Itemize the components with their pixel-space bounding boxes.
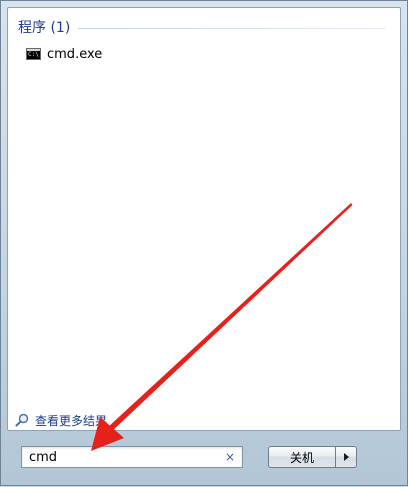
see-more-label: 查看更多结果 [35, 413, 108, 428]
see-more-results-link[interactable]: 查看更多结果 [15, 411, 107, 429]
search-results-panel: 程序 (1) C:\ cmd.exe [7, 7, 401, 431]
search-box[interactable]: × [21, 446, 243, 468]
result-label: cmd.exe [47, 46, 103, 62]
shutdown-options-button[interactable] [335, 446, 357, 468]
shutdown-control: 关机 [268, 446, 357, 468]
cmd-console-icon: C:\ [26, 48, 41, 60]
chevron-right-icon [343, 453, 349, 461]
cmd-icon-glyph: C:\ [28, 51, 39, 58]
group-divider [78, 27, 386, 29]
results-group-header: 程序 (1) [18, 17, 386, 37]
search-input[interactable] [22, 447, 218, 467]
clear-search-icon[interactable]: × [223, 450, 237, 464]
start-menu-window: 程序 (1) C:\ cmd.exe 查看更多结果 × 关机 [0, 0, 408, 486]
result-item-cmd[interactable]: C:\ cmd.exe [26, 44, 102, 64]
shutdown-button[interactable]: 关机 [268, 446, 335, 468]
search-icon [15, 413, 29, 427]
group-title[interactable]: 程序 (1) [18, 17, 78, 37]
